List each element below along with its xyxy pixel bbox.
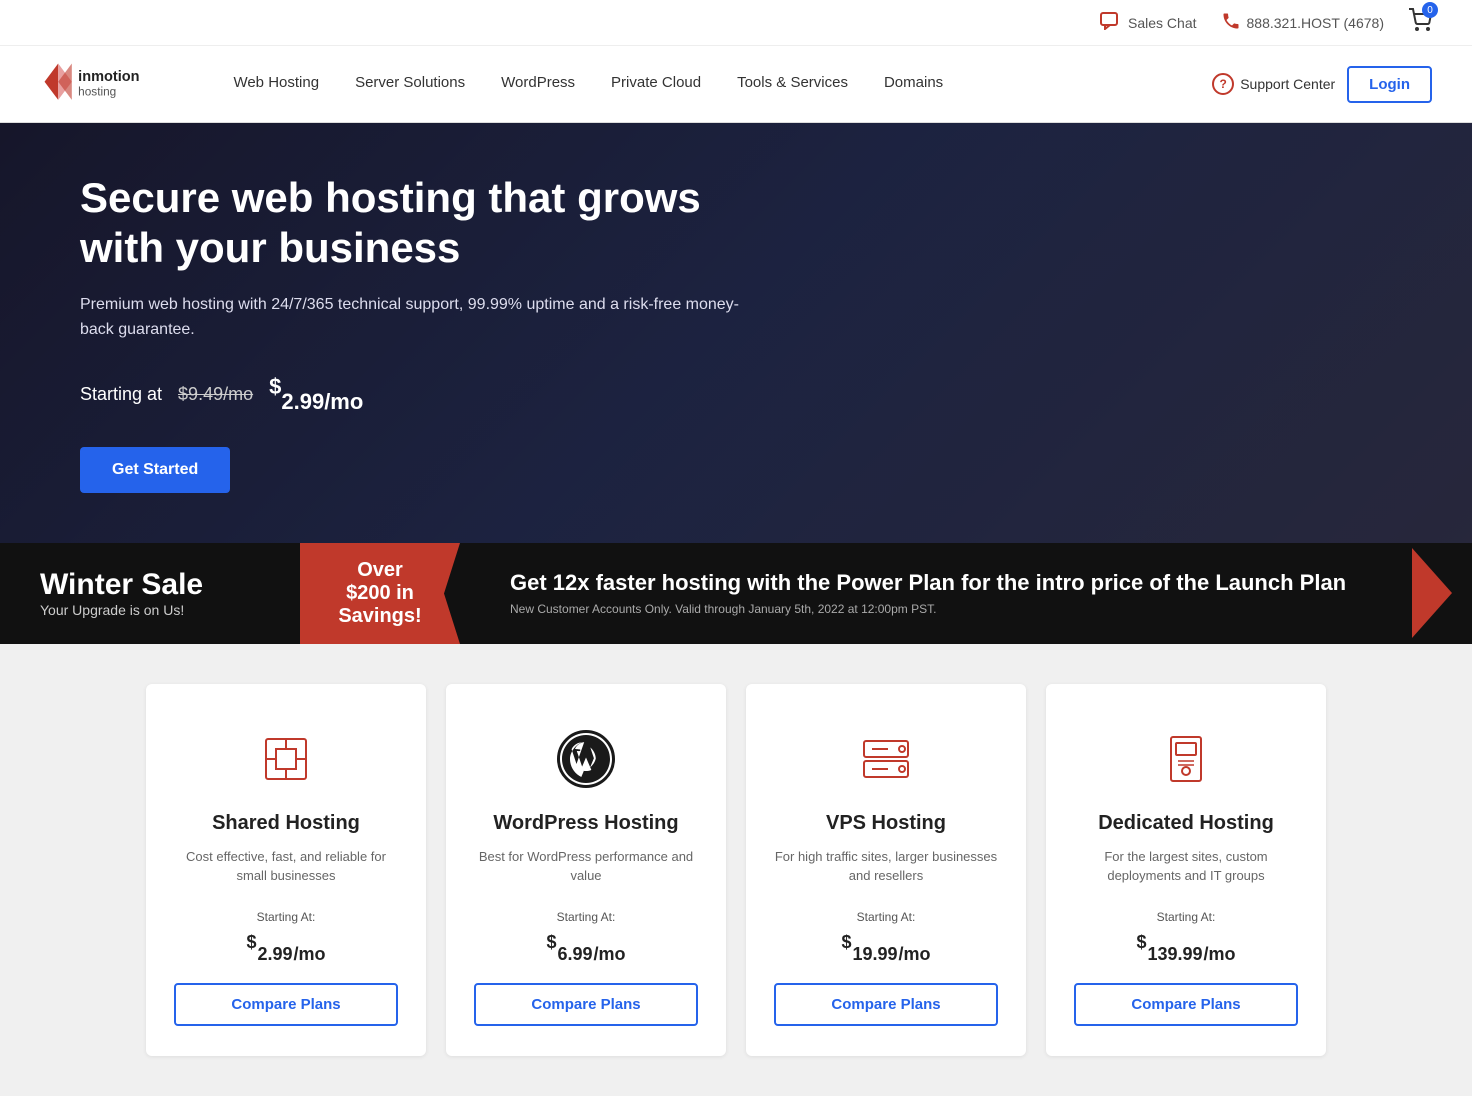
- vps-hosting-desc: For high traffic sites, larger businesse…: [774, 847, 998, 886]
- hero-new-price: $2.99/mo: [269, 371, 363, 419]
- sale-subtitle: Your Upgrade is on Us!: [40, 602, 260, 618]
- wordpress-hosting-price: $6.99/mo: [546, 926, 625, 965]
- arrow-shape: [1412, 548, 1452, 638]
- shared-hosting-title: Shared Hosting: [212, 812, 360, 835]
- vps-compare-button[interactable]: Compare Plans: [774, 983, 998, 1026]
- shared-hosting-icon: [256, 724, 316, 794]
- sales-chat-label: Sales Chat: [1128, 15, 1196, 31]
- card-dedicated-hosting: Dedicated Hosting For the largest sites,…: [1046, 684, 1326, 1056]
- cart-button[interactable]: 0: [1408, 8, 1432, 37]
- nav-right: ? Support Center Login: [1212, 66, 1432, 103]
- hero-old-price: $9.49/mo: [178, 384, 253, 405]
- logo[interactable]: inmotion hosting: [40, 59, 185, 109]
- hero-price-label: Starting at: [80, 384, 162, 405]
- wp-dollar: $: [546, 932, 556, 953]
- get-started-button[interactable]: Get Started: [80, 447, 230, 493]
- hero-subheading: Premium web hosting with 24/7/365 techni…: [80, 292, 760, 343]
- svg-text:hosting: hosting: [78, 84, 116, 98]
- hero-price-dollar: $: [269, 374, 281, 399]
- sale-description: Get 12x faster hosting with the Power Pl…: [510, 570, 1362, 596]
- phone-number: 888.321.HOST (4678): [1247, 15, 1385, 31]
- card-shared-hosting: Shared Hosting Cost effective, fast, and…: [146, 684, 426, 1056]
- chat-icon: [1100, 12, 1122, 33]
- support-center-label: Support Center: [1240, 76, 1335, 92]
- vps-hosting-title: VPS Hosting: [826, 812, 946, 835]
- dedicated-hosting-price-label: Starting At:: [1157, 910, 1216, 924]
- hero-section: Secure web hosting that grows with your …: [0, 123, 1472, 543]
- svg-text:inmotion: inmotion: [78, 69, 139, 85]
- ded-dollar: $: [1136, 932, 1146, 953]
- support-center-link[interactable]: ? Support Center: [1212, 73, 1335, 95]
- top-bar: Sales Chat 888.321.HOST (4678) 0: [0, 0, 1472, 46]
- sales-chat-link[interactable]: Sales Chat: [1100, 12, 1196, 33]
- card-wordpress-hosting: WordPress Hosting Best for WordPress per…: [446, 684, 726, 1056]
- cart-icon: [1408, 19, 1432, 36]
- dedicated-hosting-icon: [1156, 724, 1216, 794]
- sale-badge-line1: Over: [330, 559, 430, 582]
- sale-arrow: [1412, 548, 1452, 638]
- sale-right: Get 12x faster hosting with the Power Pl…: [460, 550, 1412, 636]
- hero-price-suffix: /mo: [324, 389, 363, 414]
- shared-compare-button[interactable]: Compare Plans: [174, 983, 398, 1026]
- sale-badge-line2: $200 in: [330, 582, 430, 605]
- hero-heading: Secure web hosting that grows with your …: [80, 173, 760, 274]
- dedicated-hosting-price: $139.99/mo: [1136, 926, 1235, 965]
- hosting-cards-section: Shared Hosting Cost effective, fast, and…: [0, 644, 1472, 1096]
- cart-badge: 0: [1422, 2, 1438, 18]
- hero-price-amount: 2.99: [281, 389, 324, 414]
- shared-hosting-price: $2.99/mo: [246, 926, 325, 965]
- sale-title: Winter Sale: [40, 568, 260, 602]
- shared-dollar: $: [246, 932, 256, 953]
- sale-badge: Over $200 in Savings!: [300, 543, 460, 644]
- phone-icon: [1221, 11, 1241, 34]
- shared-hosting-desc: Cost effective, fast, and reliable for s…: [174, 847, 398, 886]
- dedicated-compare-button[interactable]: Compare Plans: [1074, 983, 1298, 1026]
- main-nav: inmotion hosting Web Hosting Server Solu…: [0, 46, 1472, 123]
- nav-tools-services[interactable]: Tools & Services: [719, 46, 866, 122]
- nav-domains[interactable]: Domains: [866, 46, 961, 122]
- nav-server-solutions[interactable]: Server Solutions: [337, 46, 483, 122]
- vps-hosting-price: $19.99/mo: [841, 926, 930, 965]
- card-vps-hosting: VPS Hosting For high traffic sites, larg…: [746, 684, 1026, 1056]
- hero-pricing: Starting at $9.49/mo $2.99/mo: [80, 371, 760, 419]
- sale-banner: Winter Sale Your Upgrade is on Us! Over …: [0, 543, 1472, 644]
- wordpress-compare-button[interactable]: Compare Plans: [474, 983, 698, 1026]
- nav-private-cloud[interactable]: Private Cloud: [593, 46, 719, 122]
- dedicated-hosting-title: Dedicated Hosting: [1098, 812, 1274, 835]
- wordpress-hosting-desc: Best for WordPress performance and value: [474, 847, 698, 886]
- nav-wordpress[interactable]: WordPress: [483, 46, 593, 122]
- vps-dollar: $: [841, 932, 851, 953]
- login-button[interactable]: Login: [1347, 66, 1432, 103]
- wordpress-hosting-icon: [556, 724, 616, 794]
- vps-hosting-price-label: Starting At:: [857, 910, 916, 924]
- sale-badge-line3: Savings!: [330, 605, 430, 628]
- dedicated-hosting-desc: For the largest sites, custom deployment…: [1074, 847, 1298, 886]
- sale-left: Winter Sale Your Upgrade is on Us!: [0, 548, 300, 638]
- shared-hosting-price-label: Starting At:: [257, 910, 316, 924]
- nav-web-hosting[interactable]: Web Hosting: [215, 46, 337, 122]
- nav-links: Web Hosting Server Solutions WordPress P…: [215, 46, 1212, 122]
- vps-hosting-icon: [856, 724, 916, 794]
- hero-content: Secure web hosting that grows with your …: [80, 173, 760, 493]
- wordpress-hosting-price-label: Starting At:: [557, 910, 616, 924]
- support-icon: ?: [1212, 73, 1234, 95]
- wordpress-hosting-title: WordPress Hosting: [493, 812, 678, 835]
- sale-fine-print: New Customer Accounts Only. Valid throug…: [510, 602, 1362, 616]
- phone-link[interactable]: 888.321.HOST (4678): [1221, 11, 1385, 34]
